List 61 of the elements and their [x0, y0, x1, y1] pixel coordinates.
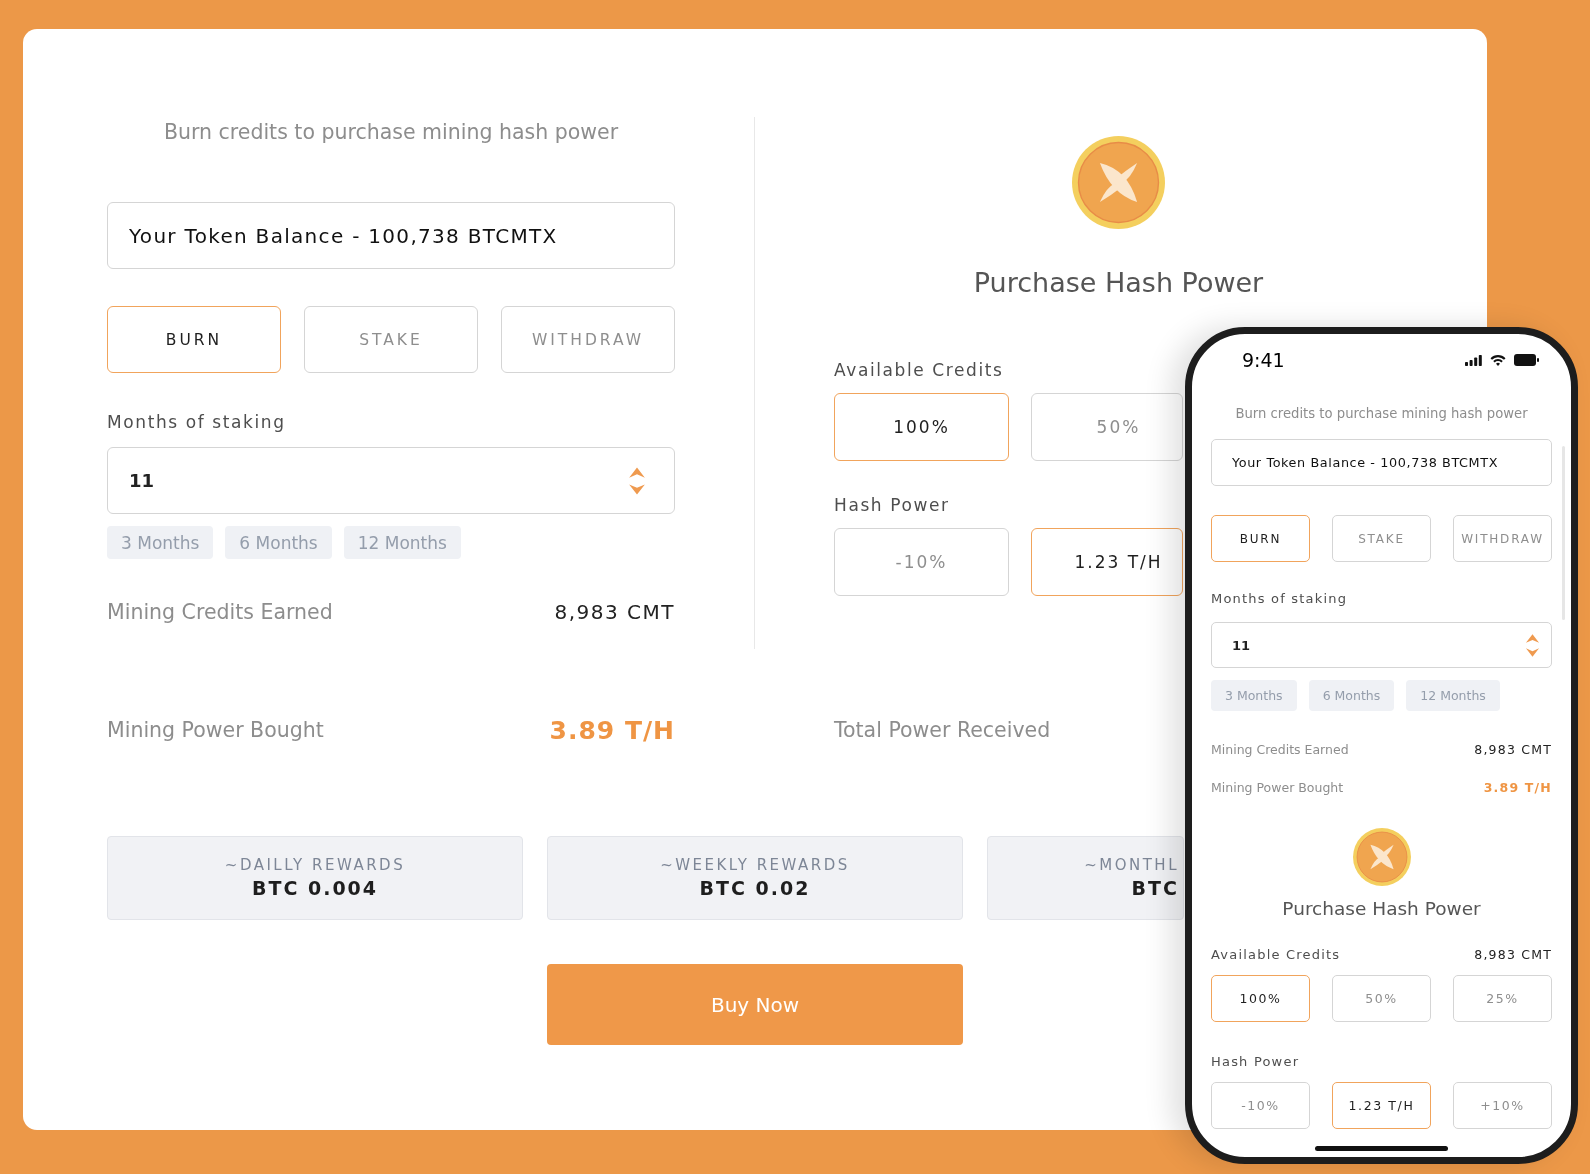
- stat-value: 8,983 CMT: [554, 599, 675, 626]
- credit-option-button[interactable]: 25%: [1453, 975, 1552, 1022]
- balance-field[interactable]: Your Token Balance - 100,738 BTCMTX: [107, 202, 675, 269]
- section-title: Purchase Hash Power: [1282, 897, 1481, 921]
- stat-value: 8,983 CMT: [1474, 741, 1552, 759]
- reward-label: ~DAILLY REWARDS: [224, 855, 406, 875]
- mode-tab[interactable]: BURN: [1211, 515, 1310, 562]
- battery-icon: [1514, 354, 1539, 366]
- field-label: Months of staking: [1211, 590, 1348, 608]
- month-preset-button[interactable]: 6 Months: [1308, 680, 1395, 711]
- field-label: Available Credits: [1211, 946, 1341, 964]
- mode-tab[interactable]: STAKE: [1332, 515, 1431, 562]
- field-label: Hash Power: [834, 494, 950, 516]
- stat-label: Mining Credits Earned: [107, 599, 333, 626]
- signal-icon: [1465, 354, 1482, 366]
- mode-tab[interactable]: BURN: [107, 306, 281, 373]
- stat-label: Mining Credits Earned: [1211, 741, 1349, 759]
- month-preset-button[interactable]: 12 Months: [343, 526, 461, 559]
- hash-option-button[interactable]: 1.23 T/H: [1031, 528, 1183, 596]
- month-preset-button[interactable]: 3 Months: [1211, 680, 1297, 711]
- status-time: 9:41: [1242, 349, 1285, 371]
- coin-icon: [1352, 828, 1411, 886]
- reward-value: BTC: [1131, 876, 1179, 901]
- hash-option-button[interactable]: -10%: [834, 528, 1009, 596]
- subtitle-text: Burn credits to purchase mining hash power: [1234, 405, 1529, 423]
- spinner-icon[interactable]: [628, 465, 646, 496]
- reward-value: BTC 0.004: [251, 876, 379, 901]
- stat-value: 3.89 T/H: [1483, 779, 1552, 797]
- mode-tab[interactable]: WITHDRAW: [501, 306, 675, 373]
- mode-tab[interactable]: STAKE: [304, 306, 478, 373]
- reward-label: ~MONTHL: [1084, 855, 1179, 875]
- field-label: Hash Power: [1211, 1053, 1300, 1071]
- wifi-icon: [1490, 354, 1506, 366]
- mode-tab[interactable]: WITHDRAW: [1453, 515, 1552, 562]
- section-title: Purchase Hash Power: [973, 266, 1264, 300]
- months-field[interactable]: 11: [1211, 622, 1552, 668]
- hash-option-button[interactable]: 1.23 T/H: [1332, 1082, 1431, 1129]
- months-field[interactable]: 11: [107, 447, 675, 514]
- stat-label: Mining Power Bought: [107, 717, 324, 744]
- credit-option-button[interactable]: 100%: [834, 393, 1009, 461]
- stat-value: 3.89 T/H: [549, 715, 675, 745]
- credit-option-button[interactable]: 100%: [1211, 975, 1310, 1022]
- balance-field[interactable]: Your Token Balance - 100,738 BTCMTX: [1211, 439, 1552, 486]
- month-preset-button[interactable]: 12 Months: [1406, 680, 1500, 711]
- field-label: Available Credits: [834, 359, 1004, 381]
- credit-option-button[interactable]: 50%: [1332, 975, 1431, 1022]
- hash-option-button[interactable]: -10%: [1211, 1082, 1310, 1129]
- spinner-icon[interactable]: [1525, 632, 1540, 658]
- hash-option-button[interactable]: +10%: [1453, 1082, 1552, 1129]
- field-label: Months of staking: [107, 411, 286, 433]
- month-preset-button[interactable]: 3 Months: [107, 526, 214, 559]
- credit-option-button[interactable]: 50%: [1031, 393, 1183, 461]
- stat-label: Total Power Received: [834, 717, 1051, 744]
- coin-icon: [1072, 136, 1165, 229]
- reward-value: BTC 0.02: [699, 876, 811, 901]
- stat-value: 8,983 CMT: [1474, 946, 1552, 964]
- stat-label: Mining Power Bought: [1211, 779, 1344, 797]
- buy-now-button[interactable]: Buy Now: [547, 964, 963, 1045]
- reward-label: ~WEEKLY REWARDS: [660, 855, 850, 875]
- subtitle-text: Burn credits to purchase mining hash power: [162, 119, 620, 145]
- month-preset-button[interactable]: 6 Months: [225, 526, 332, 559]
